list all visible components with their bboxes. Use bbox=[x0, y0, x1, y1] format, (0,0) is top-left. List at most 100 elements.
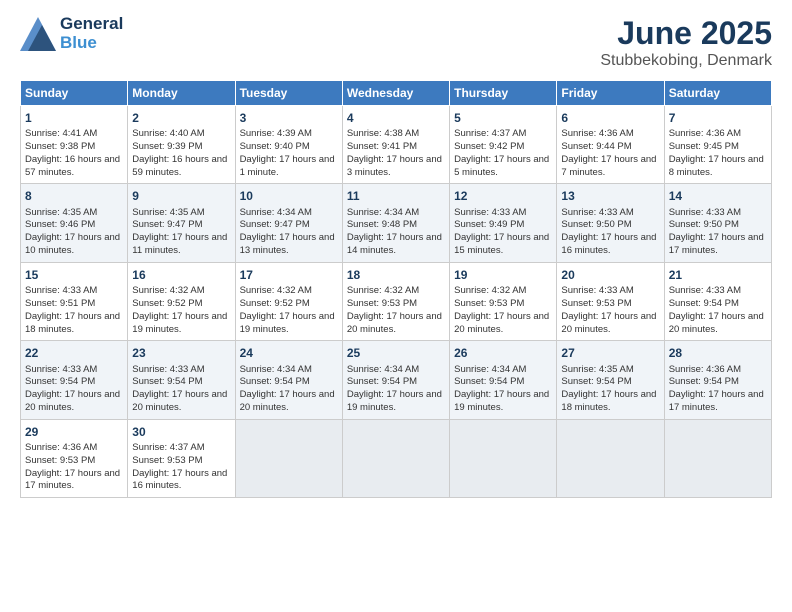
title-block: June 2025 Stubbekobing, Denmark bbox=[600, 15, 772, 70]
day-number: 7 bbox=[669, 110, 767, 126]
day-info: Sunrise: 4:39 AMSunset: 9:40 PMDaylight:… bbox=[240, 128, 335, 177]
day-number: 30 bbox=[132, 424, 230, 440]
logo-icon bbox=[20, 17, 56, 51]
day-info: Sunrise: 4:33 AMSunset: 9:50 PMDaylight:… bbox=[669, 207, 764, 256]
calendar-cell: 6Sunrise: 4:36 AMSunset: 9:44 PMDaylight… bbox=[557, 106, 664, 184]
day-info: Sunrise: 4:33 AMSunset: 9:50 PMDaylight:… bbox=[561, 207, 656, 256]
day-info: Sunrise: 4:41 AMSunset: 9:38 PMDaylight:… bbox=[25, 128, 120, 177]
day-number: 25 bbox=[347, 345, 445, 361]
calendar-cell: 30 Sunrise: 4:37 AMSunset: 9:53 PMDayligh… bbox=[128, 419, 235, 497]
day-info: Sunrise: 4:33 AMSunset: 9:54 PMDaylight:… bbox=[669, 285, 764, 334]
col-wednesday: Wednesday bbox=[342, 81, 449, 106]
page: General Blue June 2025 Stubbekobing, Den… bbox=[0, 0, 792, 612]
calendar-cell: 18 Sunrise: 4:32 AMSunset: 9:53 PMDayligh… bbox=[342, 262, 449, 340]
day-number: 12 bbox=[454, 188, 552, 204]
day-info: Sunrise: 4:40 AMSunset: 9:39 PMDaylight:… bbox=[132, 128, 227, 177]
day-info: Sunrise: 4:36 AMSunset: 9:54 PMDaylight:… bbox=[669, 364, 764, 413]
day-number: 18 bbox=[347, 267, 445, 283]
day-info: Sunrise: 4:37 AMSunset: 9:42 PMDaylight:… bbox=[454, 128, 549, 177]
col-sunday: Sunday bbox=[21, 81, 128, 106]
col-monday: Monday bbox=[128, 81, 235, 106]
day-info: Sunrise: 4:33 AMSunset: 9:54 PMDaylight:… bbox=[132, 364, 227, 413]
day-number: 1 bbox=[25, 110, 123, 126]
calendar-cell: 9 Sunrise: 4:35 AMSunset: 9:47 PMDaylight… bbox=[128, 184, 235, 262]
calendar-cell bbox=[450, 419, 557, 497]
day-number: 14 bbox=[669, 188, 767, 204]
calendar-cell: 21 Sunrise: 4:33 AMSunset: 9:54 PMDayligh… bbox=[664, 262, 771, 340]
day-number: 9 bbox=[132, 188, 230, 204]
day-number: 23 bbox=[132, 345, 230, 361]
calendar-cell: 10 Sunrise: 4:34 AMSunset: 9:47 PMDayligh… bbox=[235, 184, 342, 262]
day-number: 11 bbox=[347, 188, 445, 204]
calendar-cell: 28Sunrise: 4:36 AMSunset: 9:54 PMDayligh… bbox=[664, 341, 771, 419]
calendar-cell: 13 Sunrise: 4:33 AMSunset: 9:50 PMDayligh… bbox=[557, 184, 664, 262]
day-number: 4 bbox=[347, 110, 445, 126]
day-info: Sunrise: 4:33 AMSunset: 9:51 PMDaylight:… bbox=[25, 285, 120, 334]
day-number: 20 bbox=[561, 267, 659, 283]
calendar-cell: 14 Sunrise: 4:33 AMSunset: 9:50 PMDayligh… bbox=[664, 184, 771, 262]
calendar-cell: 11 Sunrise: 4:34 AMSunset: 9:48 PMDayligh… bbox=[342, 184, 449, 262]
table-row: 8 Sunrise: 4:35 AMSunset: 9:46 PMDaylight… bbox=[21, 184, 772, 262]
col-saturday: Saturday bbox=[664, 81, 771, 106]
day-info: Sunrise: 4:32 AMSunset: 9:52 PMDaylight:… bbox=[132, 285, 227, 334]
table-row: 15Sunrise: 4:33 AMSunset: 9:51 PMDayligh… bbox=[21, 262, 772, 340]
logo-blue: Blue bbox=[60, 34, 123, 53]
header: General Blue June 2025 Stubbekobing, Den… bbox=[20, 15, 772, 70]
day-number: 19 bbox=[454, 267, 552, 283]
calendar-cell: 8 Sunrise: 4:35 AMSunset: 9:46 PMDaylight… bbox=[21, 184, 128, 262]
calendar-cell bbox=[342, 419, 449, 497]
table-row: 1 Sunrise: 4:41 AMSunset: 9:38 PMDaylight… bbox=[21, 106, 772, 184]
table-header-row: Sunday Monday Tuesday Wednesday Thursday… bbox=[21, 81, 772, 106]
col-thursday: Thursday bbox=[450, 81, 557, 106]
day-number: 8 bbox=[25, 188, 123, 204]
day-info: Sunrise: 4:32 AMSunset: 9:52 PMDaylight:… bbox=[240, 285, 335, 334]
day-info: Sunrise: 4:34 AMSunset: 9:54 PMDaylight:… bbox=[240, 364, 335, 413]
calendar-cell: 27Sunrise: 4:35 AMSunset: 9:54 PMDayligh… bbox=[557, 341, 664, 419]
calendar-cell: 20 Sunrise: 4:33 AMSunset: 9:53 PMDayligh… bbox=[557, 262, 664, 340]
day-info: Sunrise: 4:34 AMSunset: 9:54 PMDaylight:… bbox=[454, 364, 549, 413]
day-number: 13 bbox=[561, 188, 659, 204]
calendar-cell: 29 Sunrise: 4:36 AMSunset: 9:53 PMDayligh… bbox=[21, 419, 128, 497]
day-info: Sunrise: 4:36 AMSunset: 9:53 PMDaylight:… bbox=[25, 442, 120, 491]
day-number: 16 bbox=[132, 267, 230, 283]
calendar-cell: 7 Sunrise: 4:36 AMSunset: 9:45 PMDaylight… bbox=[664, 106, 771, 184]
day-info: Sunrise: 4:35 AMSunset: 9:46 PMDaylight:… bbox=[25, 207, 120, 256]
calendar-cell: 16 Sunrise: 4:32 AMSunset: 9:52 PMDayligh… bbox=[128, 262, 235, 340]
day-info: Sunrise: 4:38 AMSunset: 9:41 PMDaylight:… bbox=[347, 128, 442, 177]
calendar-cell: 22Sunrise: 4:33 AMSunset: 9:54 PMDayligh… bbox=[21, 341, 128, 419]
day-number: 5 bbox=[454, 110, 552, 126]
page-title: June 2025 bbox=[600, 15, 772, 52]
day-number: 22 bbox=[25, 345, 123, 361]
day-number: 27 bbox=[561, 345, 659, 361]
table-row: 29 Sunrise: 4:36 AMSunset: 9:53 PMDayligh… bbox=[21, 419, 772, 497]
day-info: Sunrise: 4:32 AMSunset: 9:53 PMDaylight:… bbox=[347, 285, 442, 334]
calendar-cell bbox=[235, 419, 342, 497]
calendar-cell: 15Sunrise: 4:33 AMSunset: 9:51 PMDayligh… bbox=[21, 262, 128, 340]
day-info: Sunrise: 4:37 AMSunset: 9:53 PMDaylight:… bbox=[132, 442, 227, 491]
day-number: 6 bbox=[561, 110, 659, 126]
day-info: Sunrise: 4:34 AMSunset: 9:54 PMDaylight:… bbox=[347, 364, 442, 413]
day-number: 24 bbox=[240, 345, 338, 361]
day-info: Sunrise: 4:36 AMSunset: 9:45 PMDaylight:… bbox=[669, 128, 764, 177]
day-info: Sunrise: 4:34 AMSunset: 9:48 PMDaylight:… bbox=[347, 207, 442, 256]
calendar-cell: 26 Sunrise: 4:34 AMSunset: 9:54 PMDayligh… bbox=[450, 341, 557, 419]
calendar-cell: 1 Sunrise: 4:41 AMSunset: 9:38 PMDaylight… bbox=[21, 106, 128, 184]
day-info: Sunrise: 4:35 AMSunset: 9:47 PMDaylight:… bbox=[132, 207, 227, 256]
calendar-cell: 19Sunrise: 4:32 AMSunset: 9:53 PMDayligh… bbox=[450, 262, 557, 340]
day-info: Sunrise: 4:33 AMSunset: 9:53 PMDaylight:… bbox=[561, 285, 656, 334]
day-number: 21 bbox=[669, 267, 767, 283]
day-info: Sunrise: 4:34 AMSunset: 9:47 PMDaylight:… bbox=[240, 207, 335, 256]
day-number: 26 bbox=[454, 345, 552, 361]
calendar-cell: 23 Sunrise: 4:33 AMSunset: 9:54 PMDayligh… bbox=[128, 341, 235, 419]
day-number: 10 bbox=[240, 188, 338, 204]
calendar-cell: 3Sunrise: 4:39 AMSunset: 9:40 PMDaylight… bbox=[235, 106, 342, 184]
day-number: 29 bbox=[25, 424, 123, 440]
logo-general: General bbox=[60, 15, 123, 34]
day-number: 2 bbox=[132, 110, 230, 126]
calendar-cell: 4 Sunrise: 4:38 AMSunset: 9:41 PMDaylight… bbox=[342, 106, 449, 184]
calendar-cell: 2 Sunrise: 4:40 AMSunset: 9:39 PMDaylight… bbox=[128, 106, 235, 184]
col-friday: Friday bbox=[557, 81, 664, 106]
col-tuesday: Tuesday bbox=[235, 81, 342, 106]
calendar-cell bbox=[664, 419, 771, 497]
table-row: 22 Sunrise: 4:33 AMSunset: 9:54 PMDayligh… bbox=[21, 341, 772, 419]
